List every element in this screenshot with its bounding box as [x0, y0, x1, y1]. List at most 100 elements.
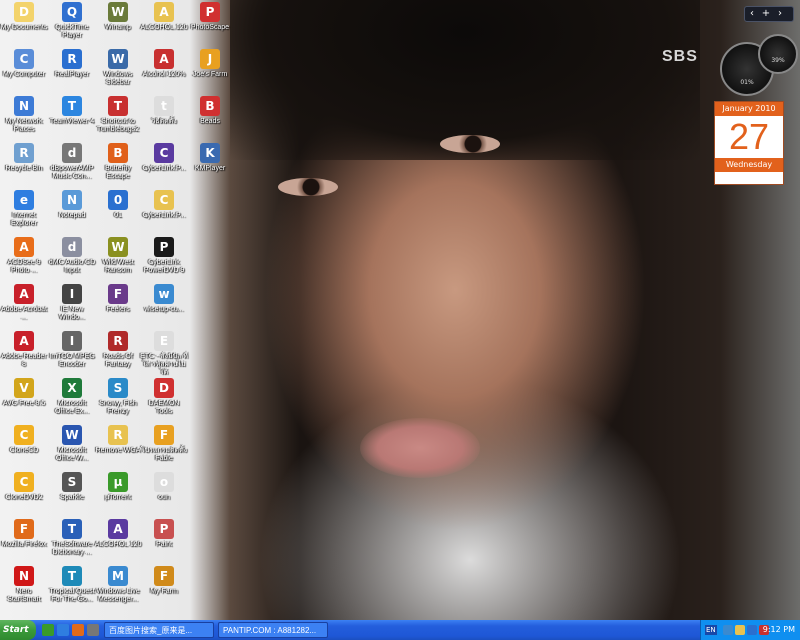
- desktop-icon[interactable]: W Microsoft Office W...: [48, 425, 96, 471]
- desktop-icon[interactable]: M Windows Live Messenger...: [94, 566, 142, 612]
- desktop-icon[interactable]: R Roads Of Fantasy: [94, 331, 142, 377]
- quicklaunch-utorrent-icon[interactable]: [42, 624, 54, 636]
- desktop-icon[interactable]: C CyberLink.P...: [140, 143, 188, 189]
- desktop-icon[interactable]: I ImTOO MPEG Encoder: [48, 331, 96, 377]
- desktop-icon[interactable]: Q QuickTime Player: [48, 2, 96, 48]
- desktop-icon[interactable]: X Microsoft Office Ex...: [48, 378, 96, 424]
- desktop-icon[interactable]: d dMC Audio CD Input: [48, 237, 96, 283]
- desktop-icon[interactable]: I IE New Windo...: [48, 284, 96, 330]
- desktop-icon[interactable]: R Recycle Bin: [0, 143, 48, 189]
- memory-meter-gadget[interactable]: 39%: [758, 34, 798, 74]
- desktop-icon[interactable]: T TheSoftware Dictionary ...: [48, 519, 96, 565]
- desktop-icon[interactable]: W Wild West Ransom: [94, 237, 142, 283]
- desktop-icon-label: Shortcut to Tumblebugs2: [96, 118, 140, 133]
- desktop-icon-image: C: [14, 472, 34, 492]
- tray-volume-icon[interactable]: [747, 625, 757, 635]
- desktop-icon[interactable]: F Mozilla Firefox: [0, 519, 48, 565]
- taskbar-task-baidu[interactable]: 百度图片搜索_原来是...: [104, 622, 214, 638]
- desktop-icon[interactable]: A ALCOHOL 120: [94, 519, 142, 565]
- desktop-icon[interactable]: B Beads: [186, 96, 234, 142]
- desktop-icon[interactable]: C CloneDVD2: [0, 472, 48, 518]
- gadget-toolbar[interactable]: ‹ + ›: [744, 6, 794, 22]
- desktop-icon-image: T: [108, 96, 128, 116]
- desktop-icon-image: W: [108, 2, 128, 22]
- quicklaunch-overflow-icon[interactable]: [87, 624, 99, 636]
- desktop-icon[interactable]: A Adobe Reader 8: [0, 331, 48, 377]
- desktop-icon[interactable]: o oun: [140, 472, 188, 518]
- desktop-icon-image: N: [62, 190, 82, 210]
- desktop-icon[interactable]: A ACDSee 9 Photo ...: [0, 237, 48, 283]
- tray-network-icon[interactable]: [723, 625, 733, 635]
- desktop-icon[interactable]: R RealPlayer: [48, 49, 96, 95]
- desktop-icon[interactable]: N My Network Places: [0, 96, 48, 142]
- desktop-icon[interactable]: V AVG Free 8.5: [0, 378, 48, 424]
- desktop-icon[interactable]: W Winamp: [94, 2, 142, 48]
- desktop-icon[interactable]: S Sparkle: [48, 472, 96, 518]
- desktop-icon[interactable]: w wlsetup-cu...: [140, 284, 188, 330]
- desktop-icon[interactable]: C CloneCD: [0, 425, 48, 471]
- desktop-icon-label: PhotoScape: [190, 24, 230, 31]
- desktop-icon[interactable]: C CyberLink.P...: [140, 190, 188, 236]
- desktop-icon[interactable]: P PhotoScape: [186, 2, 234, 48]
- desktop-icon[interactable]: P CyberLink PowerDVD 9: [140, 237, 188, 283]
- desktop-icon-label: My Network Places: [5, 118, 43, 133]
- desktop-icon[interactable]: A Alcohol 120%: [140, 49, 188, 95]
- calendar-gadget[interactable]: January 2010 27 Wednesday: [714, 101, 784, 185]
- gadget-prev-button[interactable]: ‹: [745, 7, 759, 20]
- desktop-icon-image: C: [14, 49, 34, 69]
- language-indicator[interactable]: EN: [705, 625, 717, 635]
- desktop-icon[interactable]: B Butterfly Escape: [94, 143, 142, 189]
- start-button[interactable]: Start: [0, 620, 36, 640]
- desktop-icon-image: A: [108, 519, 128, 539]
- desktop-icon-label: CyberLink.P...: [142, 212, 186, 219]
- desktop-icon-label: Mozilla Firefox: [1, 541, 47, 548]
- desktop-icon[interactable]: R Remove WGA: [94, 425, 142, 471]
- desktop-icon[interactable]: T Shortcut to Tumblebugs2: [94, 96, 142, 142]
- desktop-icon[interactable]: A ALCOHOL.120: [140, 2, 188, 48]
- desktop-icon-label: Feelers: [106, 306, 130, 313]
- tray-shield-icon[interactable]: [735, 625, 745, 635]
- desktop-icon-label: CyberLink PowerDVD 9: [143, 259, 185, 274]
- system-tray: EN 9:12 PM: [700, 620, 800, 640]
- desktop-icon[interactable]: N Notepad: [48, 190, 96, 236]
- desktop-icon-image: t: [154, 96, 174, 116]
- desktop-icon[interactable]: F โปรแกรมติดตั้ง Fable: [140, 425, 188, 471]
- desktop-icon[interactable]: µ µTorrent: [94, 472, 142, 518]
- desktop-icon-image: T: [62, 566, 82, 586]
- desktop-icon-image: F: [154, 425, 174, 445]
- desktop-icon[interactable]: A Adobe Acrobat ...: [0, 284, 48, 330]
- desktop-icon[interactable]: K KMPlayer: [186, 143, 234, 189]
- desktop-icon-label: oun: [158, 494, 170, 501]
- desktop-icon[interactable]: E ETC - สั่งมีปัล ที่ใส่ รหัสผ่านไม่ได้: [140, 331, 188, 377]
- desktop-icon[interactable]: d dBpowerAMP Music Con...: [48, 143, 96, 189]
- quicklaunch-ie-icon[interactable]: [57, 624, 69, 636]
- taskbar-task-pantip[interactable]: PANTIP.COM : A881282...: [218, 622, 328, 638]
- gadget-add-button[interactable]: +: [759, 7, 773, 20]
- desktop-icon[interactable]: T Tropical Quest For The Go...: [48, 566, 96, 612]
- desktop-icon[interactable]: D My Documents: [0, 2, 48, 48]
- desktop-icon[interactable]: t วิธีติดตั้ง: [140, 96, 188, 142]
- desktop-icon[interactable]: F Feelers: [94, 284, 142, 330]
- desktop-icon[interactable]: S Snowy, Fish Frenzy: [94, 378, 142, 424]
- desktop-icon[interactable]: P Paint: [140, 519, 188, 565]
- desktop[interactable]: SBS ‹ + › 01% 39% January 2010 27 Wednesda…: [0, 0, 800, 620]
- desktop-icon-image: A: [14, 237, 34, 257]
- desktop-icon-image: N: [14, 566, 34, 586]
- desktop-icon-image: e: [14, 190, 34, 210]
- desktop-icon-image: F: [154, 566, 174, 586]
- desktop-icon[interactable]: 0 01: [94, 190, 142, 236]
- desktop-icon-image: P: [200, 2, 220, 22]
- taskbar-clock[interactable]: 9:12 PM: [763, 620, 795, 640]
- gadget-next-button[interactable]: ›: [773, 7, 787, 20]
- desktop-icon[interactable]: F My Farm: [140, 566, 188, 612]
- desktop-icon[interactable]: T TeamViewer 4: [48, 96, 96, 142]
- desktop-icon-label: Adobe Reader 8: [1, 353, 47, 368]
- quicklaunch-firefox-icon[interactable]: [72, 624, 84, 636]
- desktop-icon[interactable]: N Nero StartSmart: [0, 566, 48, 612]
- wallpaper-eye-left: [278, 178, 338, 196]
- desktop-icon[interactable]: e Internet Explorer: [0, 190, 48, 236]
- desktop-icon[interactable]: J Joe's Farm: [186, 49, 234, 95]
- desktop-icon[interactable]: D DAEMON Tools: [140, 378, 188, 424]
- desktop-icon[interactable]: W Windows Sidebar: [94, 49, 142, 95]
- desktop-icon[interactable]: C My Computer: [0, 49, 48, 95]
